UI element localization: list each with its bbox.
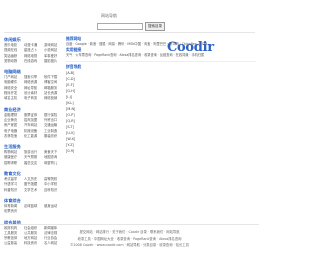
category-link[interactable]: 化工能源: [24, 134, 42, 139]
category-links: 体育新闻 足球篮球 健身运动 彩票资讯: [4, 204, 62, 215]
category-links: 门户网站 搜索引擎 软件下载 电脑硬件 网络资源 博客空间 网络安全 网址导航 邮箱服务 程序开发…: [4, 75, 62, 101]
category-block: 生活服务 购物网站 旅游出行 美食天下 健康医疗 天气预报 地图查询 招聘求职 婚恋交友 母婴育儿: [4, 143, 62, 166]
category-link[interactable]: 域名主机: [4, 96, 22, 101]
category-links: 金融理财 股票证券 银行保险 企业黄页 招商加盟 外贸出口 房产家居 汽车网站 交通运输 电子电器…: [4, 113, 62, 139]
category-link[interactable]: 健身运动: [44, 204, 62, 209]
search-button[interactable]: 搜索目录: [145, 22, 165, 31]
category-link[interactable]: 足球篮球: [24, 204, 42, 209]
header-divider: [4, 32, 255, 33]
category-block: 教育文化 考试留学 人文历史 高等院校 外语学习 图书馆藏 中小学校 科普知识 文学艺术 百科知识: [4, 170, 62, 193]
category-links: 购物网站 旅游出行 美食天下 健康医疗 天气预报 地图查询 招聘求职 婚恋交友 母婴育儿: [4, 150, 62, 166]
letter-link[interactable]: [0-9]: [66, 148, 256, 154]
search-input[interactable]: [97, 23, 143, 30]
category-block: 休闲娱乐 音乐电影 动漫卡通 游戏网站 视频在线 星座占卜 小说网站 笑话幽默 网络电视 军事爱好…: [4, 36, 62, 64]
category-title[interactable]: 教育文化: [4, 170, 62, 177]
category-link[interactable]: 农林牧渔: [4, 134, 22, 139]
category-link[interactable]: 婚恋交友: [24, 161, 42, 166]
category-link[interactable]: 服装纺织: [44, 134, 62, 139]
category-link[interactable]: 电子商务: [24, 96, 42, 101]
category-block: 商业经济 金融理财 股票证券 银行保险 企业黄页 招商加盟 外贸出口 房产家居 汽车网站 交通运输…: [4, 106, 62, 139]
category-title[interactable]: 体育综合: [4, 197, 62, 204]
category-link[interactable]: 文学艺术: [24, 188, 42, 193]
category-link[interactable]: 百科知识: [44, 188, 62, 193]
category-sidebar: 休闲娱乐 音乐电影 动漫卡通 游戏网站 视频在线 星座占卜 小说网站 笑话幽默 网络电视 军事爱好…: [4, 36, 62, 251]
category-link[interactable]: 宠物动物: [4, 59, 22, 64]
category-links: 考试留学 人文历史 高等院校 外语学习 图书馆藏 中小学校 科普知识 文学艺术 百科知识: [4, 177, 62, 193]
category-links: 音乐电影 动漫卡通 游戏网站 视频在线 星座占卜 小说网站 笑话幽默 网络电视 军事爱好 宠物动物…: [4, 43, 62, 64]
category-link[interactable]: 母婴育儿: [44, 161, 62, 166]
letter-nav: [A-B] [C-D] [E-F] [G-H] [I-J] [K-L] [M-N] [O-P]…: [66, 70, 256, 154]
main-content: 推荐网站 百度 · Google · 新浪 · 搜狐 · 网易 · 腾讯 · M…: [66, 36, 256, 154]
footer: 提交网站 · 网站排行 · 关于我们 · Coodir 目录 · 联系我们 · …: [0, 224, 259, 249]
search-bar: 搜索目录: [97, 22, 165, 31]
category-link[interactable]: 彩票资讯: [4, 209, 22, 214]
category-title[interactable]: 休闲娱乐: [4, 36, 62, 43]
category-title[interactable]: 生活服务: [4, 143, 62, 150]
category-block: 电脑网络 门户网站 搜索引擎 软件下载 电脑硬件 网络资源 博客空间 网络安全 网址导航 邮箱服务…: [4, 68, 62, 101]
category-link[interactable]: 网络营销: [44, 96, 62, 101]
section-divider: [66, 61, 256, 62]
category-block: 体育综合 体育新闻 足球篮球 健身运动 彩票资讯: [4, 197, 62, 215]
category-link[interactable]: 摄影图片: [44, 59, 62, 64]
category-title[interactable]: 商业经济: [4, 106, 62, 113]
practical-links[interactable]: 天气 · 火车票查询 · PageRank查询 · Alexa排名查询 · 收录…: [66, 53, 256, 58]
site-logo[interactable]: Coodir 网站导航: [101, 5, 214, 54]
category-link[interactable]: 科普知识: [4, 188, 22, 193]
category-link[interactable]: 在线游戏: [24, 59, 42, 64]
category-title[interactable]: 电脑网络: [4, 68, 62, 75]
logo-subtitle: 网站导航: [101, 13, 117, 18]
footer-copyright: ©2008 Coodir · www.coodir.com · 网站导航 · 分…: [70, 243, 189, 247]
category-link[interactable]: 招聘求职: [4, 161, 22, 166]
